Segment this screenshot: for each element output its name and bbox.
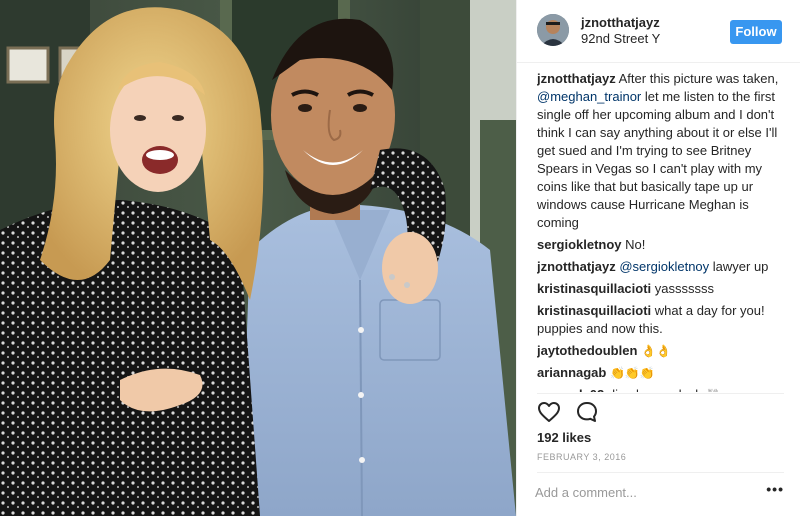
comment-text: yasssssss [654,281,715,296]
avatar[interactable] [537,14,569,46]
comment-username[interactable]: kristinasquillacioti [537,303,651,318]
add-comment-input[interactable] [535,480,745,504]
action-bar [537,400,609,426]
comment-text: No! [625,237,646,252]
follow-button[interactable]: Follow [730,20,782,44]
comments-list[interactable]: jznotthatjayz After this picture was tak… [537,70,787,392]
comment-username[interactable]: sergiokletnoy [537,237,622,252]
post-username[interactable]: jznotthatjayz [581,15,660,30]
comment-username[interactable]: jznotthatjayz [537,71,616,86]
comment-username[interactable]: kristinasquillacioti [537,281,651,296]
emoji: 👏👏👏 [609,366,655,380]
comment-item: kristinasquillacioti yasssssss [537,280,787,298]
comment-username[interactable]: jaytothedoublen [537,343,637,358]
likes-count[interactable]: 192 likes [537,430,591,445]
emoji: 👌👌 [641,344,671,358]
comment-text: After this picture was taken, [618,71,779,86]
comment-username[interactable]: mcmcde02 [537,387,604,392]
mention-link[interactable]: @sergiokletnoy [619,259,709,274]
post-location[interactable]: 92nd Street Y [581,31,660,46]
emoji: ⛓ [705,388,720,392]
heart-icon[interactable] [537,400,561,424]
divider [537,472,784,473]
comment-item: ariannagab 👏👏👏 [537,364,787,382]
post-photo[interactable] [0,0,516,516]
more-options-icon[interactable]: ••• [766,481,784,497]
comment-item: kristinasquillacioti what a day for you!… [537,302,787,338]
comment-username[interactable]: ariannagab [537,365,606,380]
comment-item: jaytothedoublen 👌👌 [537,342,787,360]
comment-item: sergiokletnoy No! [537,236,787,254]
mention-link[interactable]: @meghan_trainor [537,89,641,104]
comment-item: mcmcde02 dimples on deck ⛓ [537,386,787,392]
comment-item: jznotthatjayz After this picture was tak… [537,70,787,232]
post-sidebar: jznotthatjayz 92nd Street Y Follow jznot… [516,0,800,516]
post-header: jznotthatjayz 92nd Street Y Follow [517,0,800,63]
comment-text: dimples on deck [608,387,706,392]
comment-username[interactable]: jznotthatjayz [537,259,616,274]
speech-bubble-icon[interactable] [575,400,599,424]
comment-text: lawyer up [709,259,769,274]
comment-text: let me listen to the first single off he… [537,89,778,230]
post-date: FEBRUARY 3, 2016 [537,452,627,462]
divider [537,393,784,394]
comment-item: jznotthatjayz @sergiokletnoy lawyer up [537,258,787,276]
